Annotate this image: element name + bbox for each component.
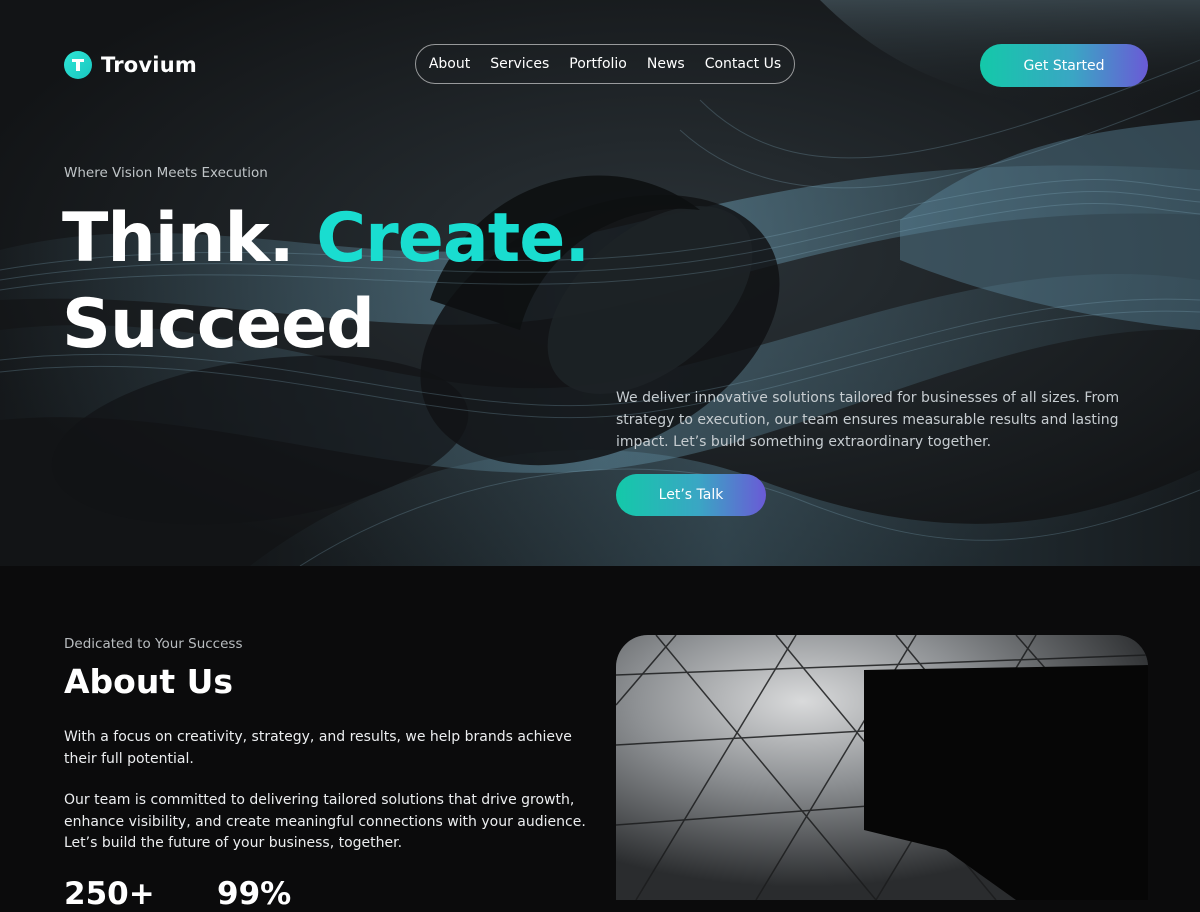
nav-item-news[interactable]: News bbox=[647, 56, 685, 72]
about-paragraph-2: Our team is committed to delivering tail… bbox=[64, 792, 586, 851]
about-paragraph-1: With a focus on creativity, strategy, an… bbox=[64, 729, 572, 767]
lets-talk-button[interactable]: Let’s Talk bbox=[616, 474, 766, 516]
nav-item-portfolio[interactable]: Portfolio bbox=[569, 56, 627, 72]
nav-item-contact-us[interactable]: Contact Us bbox=[705, 56, 781, 72]
about-title: About Us bbox=[64, 662, 234, 701]
hero-headline: Think. Create. Succeed bbox=[62, 196, 590, 368]
headline-word-succeed: Succeed bbox=[62, 285, 375, 364]
about-eyebrow: Dedicated to Your Success bbox=[64, 636, 243, 652]
about-architecture-image bbox=[616, 635, 1148, 900]
main-nav: About Services Portfolio News Contact Us bbox=[415, 44, 795, 84]
get-started-button[interactable]: Get Started bbox=[980, 44, 1148, 87]
hero-eyebrow: Where Vision Meets Execution bbox=[64, 165, 268, 181]
headline-word-think: Think. bbox=[62, 199, 295, 278]
brand-name: Trovium bbox=[101, 53, 197, 77]
logo-icon bbox=[64, 51, 92, 79]
hero-section: Trovium About Services Portfolio News Co… bbox=[0, 0, 1200, 566]
nav-item-services[interactable]: Services bbox=[490, 56, 549, 72]
brand-logo[interactable]: Trovium bbox=[64, 51, 197, 79]
stat-value: 250+ bbox=[64, 876, 155, 912]
hero-description: We deliver innovative solutions tailored… bbox=[616, 390, 1120, 450]
stat-value: 99% bbox=[217, 876, 292, 912]
nav-item-about[interactable]: About bbox=[429, 56, 470, 72]
headline-word-create: Create. bbox=[316, 199, 590, 278]
